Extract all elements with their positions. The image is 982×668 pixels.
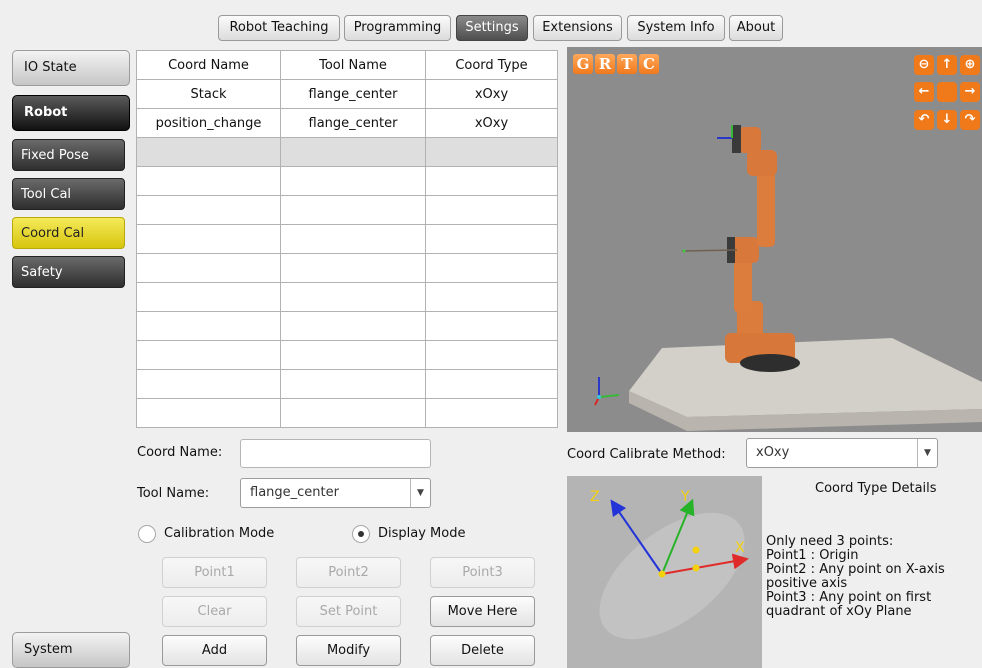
column-header-coord-name: Coord Name (136, 50, 281, 80)
x-axis-label: X (735, 540, 745, 556)
tab-programming[interactable]: Programming (344, 15, 451, 41)
table-row-empty[interactable] (136, 253, 558, 283)
details-line: Point3 : Any point on first (766, 590, 932, 605)
sidebar-item-safety[interactable]: Safety (12, 256, 125, 288)
robot-shoulder (747, 150, 777, 176)
tab-extensions[interactable]: Extensions (533, 15, 622, 41)
cell-coord-type: xOxy (425, 108, 558, 138)
table-row[interactable]: position_change flange_center xOxy (136, 108, 558, 138)
clear-button[interactable]: Clear (162, 596, 267, 627)
cell-coord-type: xOxy (425, 79, 558, 109)
world-y-axis (598, 394, 620, 398)
modify-button[interactable]: Modify (296, 635, 401, 666)
column-header-tool-name: Tool Name (280, 50, 426, 80)
tab-about[interactable]: About (729, 15, 783, 41)
coord-axes-svg: Z Y X (590, 489, 749, 640)
details-line: positive axis (766, 576, 848, 591)
table-row[interactable]: Stack flange_center xOxy (136, 79, 558, 109)
details-line: Only need 3 points: (766, 534, 894, 549)
cell-coord-name: position_change (136, 108, 281, 138)
cell-coord-name: Stack (136, 79, 281, 109)
display-mode-label: Display Mode (378, 526, 466, 541)
table-row-empty[interactable] (136, 369, 558, 399)
table-header-row: Coord Name Tool Name Coord Type (136, 50, 558, 80)
robot-base (740, 354, 800, 372)
tool-name-value: flange_center (250, 485, 339, 500)
chevron-down-icon: ▼ (917, 439, 937, 467)
z-axis-label: Z (590, 489, 600, 505)
tool-name-select[interactable]: flange_center ▼ (240, 478, 431, 508)
sidebar-item-fixed-pose[interactable]: Fixed Pose (12, 139, 125, 171)
sidebar-system[interactable]: System (12, 632, 130, 668)
sidebar-item-coord-cal[interactable]: Coord Cal (12, 217, 125, 249)
point-x-axis (692, 564, 700, 572)
details-line: Point1 : Origin (766, 548, 859, 563)
coord-frame-point (682, 249, 686, 253)
calibrate-method-select[interactable]: xOxy ▼ (746, 438, 938, 468)
table-row-empty[interactable] (136, 282, 558, 312)
details-line: quadrant of xOy Plane (766, 604, 912, 619)
sidebar-item-tool-cal[interactable]: Tool Cal (12, 178, 125, 210)
y-axis-label: Y (680, 489, 690, 505)
plane-ellipse (599, 512, 745, 640)
calibrate-method-value: xOxy (756, 445, 790, 460)
robot-3d-view[interactable]: G R T C ⊖ ↑ ⊕ ← → ↶ ↓ ↷ (567, 47, 982, 432)
coord-type-diagram: Z Y X (567, 476, 762, 668)
point2-button[interactable]: Point2 (296, 557, 401, 588)
coord-name-label: Coord Name: (137, 445, 223, 460)
coord-frame-line (681, 249, 738, 252)
robot-scene-svg (594, 125, 982, 431)
set-point-button[interactable]: Set Point (296, 596, 401, 627)
move-here-button[interactable]: Move Here (430, 596, 535, 627)
point3-button[interactable]: Point3 (430, 557, 535, 588)
chevron-down-icon: ▼ (410, 479, 430, 507)
display-mode-radio[interactable] (352, 525, 370, 543)
column-header-coord-type: Coord Type (425, 50, 558, 80)
point-origin (658, 570, 666, 578)
table-row-empty[interactable] (136, 224, 558, 254)
sidebar-io-state[interactable]: IO State (12, 50, 130, 86)
point-quadrant (692, 546, 700, 554)
tool-name-label: Tool Name: (137, 486, 210, 501)
platform-top (629, 338, 982, 417)
cell-tool-name: flange_center (280, 108, 426, 138)
coord-type-details-title: Coord Type Details (815, 481, 937, 496)
table-row-empty[interactable] (136, 195, 558, 225)
point1-button[interactable]: Point1 (162, 557, 267, 588)
calibrate-method-label: Coord Calibrate Method: (567, 447, 726, 462)
table-row-selected-empty[interactable] (136, 137, 558, 167)
add-button[interactable]: Add (162, 635, 267, 666)
robot-wrist-cap (732, 125, 741, 153)
calibration-mode-radio[interactable] (138, 525, 156, 543)
tab-settings[interactable]: Settings (456, 15, 528, 41)
cell-tool-name: flange_center (280, 79, 426, 109)
coord-table: Coord Name Tool Name Coord Type Stack fl… (136, 50, 558, 428)
table-row-empty[interactable] (136, 340, 558, 370)
delete-button[interactable]: Delete (430, 635, 535, 666)
table-row-empty[interactable] (136, 166, 558, 196)
sidebar-robot[interactable]: Robot (12, 95, 130, 131)
robot-wrist (739, 127, 761, 153)
table-row-empty[interactable] (136, 398, 558, 428)
coord-name-input[interactable] (240, 439, 431, 468)
tab-robot-teaching[interactable]: Robot Teaching (218, 15, 340, 41)
coord-type-details-text: Only need 3 points: Point1 : Origin Poin… (766, 535, 945, 619)
world-origin (597, 395, 601, 399)
tab-system-info[interactable]: System Info (627, 15, 725, 41)
details-line: Point2 : Any point on X-axis (766, 562, 945, 577)
calibration-mode-label: Calibration Mode (164, 526, 275, 541)
table-row-empty[interactable] (136, 311, 558, 341)
